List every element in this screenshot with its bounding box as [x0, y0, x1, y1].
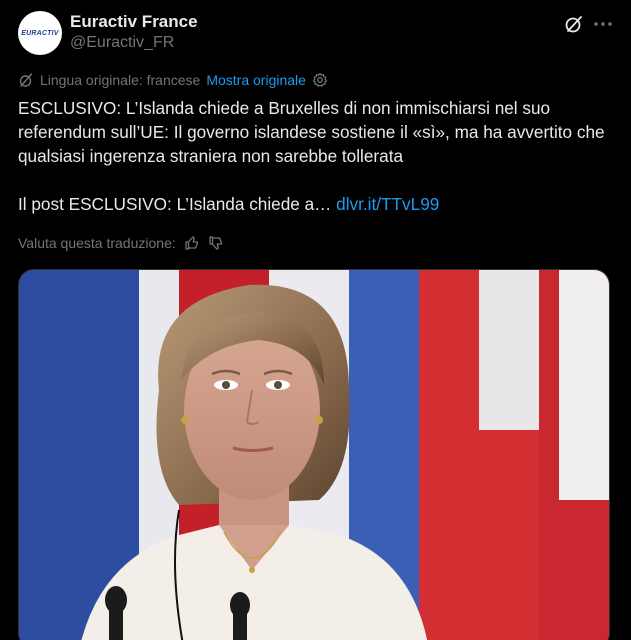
- tweet-link[interactable]: dlvr.it/TTvL99: [336, 194, 439, 214]
- grok-icon[interactable]: [564, 14, 584, 34]
- avatar[interactable]: EURACTIV: [18, 11, 62, 55]
- rate-translation-label: Valuta questa traduzione:: [18, 235, 176, 251]
- settings-icon[interactable]: [312, 72, 328, 88]
- thumbs-down-icon[interactable]: [208, 235, 224, 251]
- tweet-text-prefix: Il post ESCLUSIVO: L’Islanda chiede a…: [18, 194, 332, 214]
- author-handle[interactable]: @Euractiv_FR: [70, 34, 174, 52]
- translate-icon: [19, 73, 33, 87]
- original-language-label: Lingua originale: francese: [40, 72, 201, 88]
- tweet-text-link-line: Il post ESCLUSIVO: L’Islanda chiede a… d…: [18, 192, 618, 216]
- author-name[interactable]: Euractiv France: [70, 12, 198, 32]
- photo-image: [19, 270, 609, 640]
- translation-bar: Lingua originale: francese Mostra origin…: [18, 70, 328, 90]
- rate-translation-bar: Valuta questa traduzione:: [18, 233, 224, 253]
- tweet-text-paragraph: ESCLUSIVO: L’Islanda chiede a Bruxelles …: [18, 98, 605, 166]
- avatar-logo-text: EURACTIV: [21, 29, 59, 37]
- tweet-body: ESCLUSIVO: L’Islanda chiede a Bruxelles …: [18, 96, 618, 216]
- show-original-link[interactable]: Mostra originale: [206, 72, 306, 88]
- tweet-header: EURACTIV Euractiv France @Euractiv_FR: [18, 10, 613, 58]
- tweet-photo[interactable]: [18, 269, 610, 640]
- more-dots-icon[interactable]: [592, 14, 614, 34]
- thumbs-up-icon[interactable]: [184, 235, 200, 251]
